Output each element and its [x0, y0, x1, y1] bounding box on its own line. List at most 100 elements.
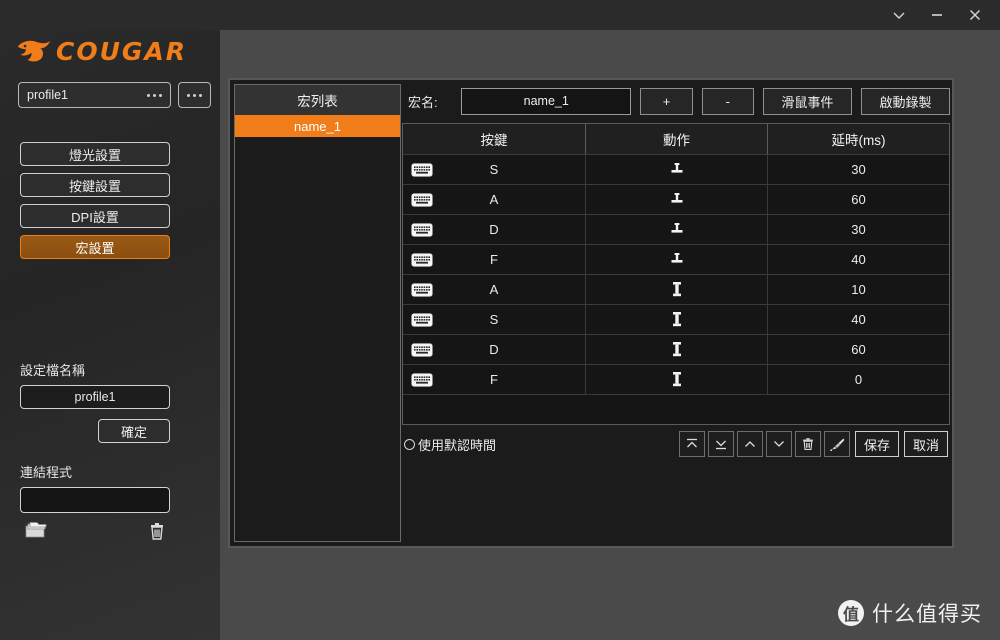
key-down-icon — [671, 192, 682, 203]
cell-key[interactable]: S — [403, 155, 586, 184]
radio-circle-icon — [404, 438, 415, 450]
move-to-top-button[interactable] — [679, 431, 705, 457]
macro-editor: 宏名: name_1 + - 滑鼠事件 啟動錄製 按鍵 動作 延時(ms) S 3… — [402, 84, 950, 542]
profile-menu-button[interactable] — [178, 82, 211, 108]
keyboard-icon — [411, 253, 433, 267]
macro-footer: 使用默認時間 保存 取消 — [402, 429, 950, 459]
watermark: 值 什么值得买 — [838, 598, 982, 628]
brand-name: COUGAR — [56, 36, 188, 66]
clear-all-button[interactable] — [824, 431, 850, 457]
save-button[interactable]: 保存 — [855, 431, 899, 457]
cell-key-label: F — [490, 372, 498, 387]
cell-key-label: D — [489, 222, 499, 237]
linked-program-label: 連結程式 — [20, 465, 73, 480]
cell-action[interactable] — [586, 185, 768, 214]
table-row[interactable]: S 30 — [403, 154, 949, 184]
move-down-button[interactable] — [766, 431, 792, 457]
cell-action[interactable] — [586, 335, 768, 364]
table-row[interactable]: S 40 — [403, 304, 949, 334]
sidebar-item-macro[interactable]: 宏設置 — [20, 235, 170, 259]
cell-action[interactable] — [586, 155, 768, 184]
sidebar-item-keys[interactable]: 按鍵設置 — [20, 173, 170, 197]
cell-delay-label: 30 — [851, 222, 866, 237]
cell-action[interactable] — [586, 215, 768, 244]
cell-delay-label: 60 — [851, 192, 866, 207]
cell-key[interactable]: D — [403, 335, 586, 364]
column-header-delay: 延時(ms) — [831, 133, 886, 148]
close-icon[interactable] — [964, 4, 986, 26]
minimize-icon[interactable] — [926, 4, 948, 26]
cell-key[interactable]: F — [403, 245, 586, 274]
cell-delay-label: 30 — [851, 162, 866, 177]
profile-dropdown[interactable]: profile1 — [18, 82, 171, 108]
folder-icon[interactable] — [24, 521, 48, 546]
add-macro-button[interactable]: + — [640, 87, 693, 115]
chevron-down-icon — [774, 441, 784, 447]
window-controls — [888, 0, 994, 30]
cell-delay[interactable]: 10 — [768, 275, 949, 304]
cell-key[interactable]: A — [403, 185, 586, 214]
cell-delay[interactable]: 0 — [768, 365, 949, 394]
sidebar-item-lighting[interactable]: 燈光設置 — [20, 142, 170, 166]
cell-key[interactable]: A — [403, 275, 586, 304]
table-row[interactable]: D 60 — [403, 334, 949, 364]
confirm-button-label: 確定 — [120, 424, 147, 440]
cell-delay[interactable]: 40 — [768, 305, 949, 334]
keyboard-icon — [411, 223, 433, 237]
sidebar-item-dpi[interactable]: DPI設置 — [20, 204, 170, 228]
keyboard-icon — [411, 343, 433, 360]
trash-icon[interactable] — [148, 521, 166, 546]
linked-program-section: 連結程式 — [20, 462, 185, 546]
chevron-down-icon[interactable] — [888, 4, 910, 26]
sidebar-item-label: 宏設置 — [75, 240, 115, 256]
key-up-icon — [672, 311, 681, 326]
remove-macro-button[interactable]: - — [701, 87, 754, 115]
cell-delay[interactable]: 30 — [768, 215, 949, 244]
move-to-bottom-button[interactable] — [708, 431, 734, 457]
table-row[interactable]: F 40 — [403, 244, 949, 274]
macro-toolbar: 宏名: name_1 + - 滑鼠事件 啟動錄製 — [402, 84, 950, 118]
linked-program-input[interactable] — [20, 487, 170, 513]
confirm-button[interactable]: 確定 — [98, 419, 170, 443]
cell-action[interactable] — [586, 305, 768, 334]
cell-key[interactable]: F — [403, 365, 586, 394]
cell-key[interactable]: S — [403, 305, 586, 334]
table-row[interactable]: D 30 — [403, 214, 949, 244]
watermark-badge: 值 — [838, 600, 864, 626]
cell-delay[interactable]: 30 — [768, 155, 949, 184]
default-time-label: 使用默認時間 — [418, 437, 497, 453]
start-record-button[interactable]: 啟動錄製 — [860, 87, 950, 115]
macro-list-item[interactable]: name_1 — [235, 115, 400, 137]
chevron-up-icon — [745, 441, 755, 447]
watermark-text: 什么值得买 — [872, 603, 982, 626]
macro-row-actions: 保存 取消 — [676, 431, 948, 457]
macro-name-value: name_1 — [523, 94, 569, 108]
cell-key[interactable]: D — [403, 215, 586, 244]
keyboard-icon — [411, 223, 433, 240]
keyboard-icon — [411, 253, 433, 270]
move-up-button[interactable] — [737, 431, 763, 457]
key-up-icon — [672, 371, 681, 386]
macro-name-input[interactable]: name_1 — [461, 87, 632, 115]
cell-delay[interactable]: 60 — [768, 185, 949, 214]
table-header-row: 按鍵 動作 延時(ms) — [403, 124, 949, 154]
ellipsis-icon — [147, 93, 162, 97]
table-row[interactable]: F0 — [403, 364, 949, 394]
table-row[interactable]: A 10 — [403, 274, 949, 304]
cell-delay[interactable]: 60 — [768, 335, 949, 364]
cancel-button[interactable]: 取消 — [904, 431, 948, 457]
table-row[interactable]: A 60 — [403, 184, 949, 214]
cell-action[interactable] — [586, 245, 768, 274]
cell-action[interactable] — [586, 275, 768, 304]
delete-row-button[interactable] — [795, 431, 821, 457]
cell-action[interactable] — [586, 365, 768, 394]
profile-name-input[interactable]: profile1 — [20, 385, 170, 409]
cell-delay[interactable]: 40 — [768, 245, 949, 274]
keyboard-icon — [411, 313, 433, 327]
sidebar: COUGAR profile1 燈光設置 按鍵設置 DPI設置 宏設置 設定檔名… — [0, 30, 220, 640]
default-time-radio[interactable]: 使用默認時間 — [404, 435, 496, 454]
cell-key-label: S — [489, 312, 499, 327]
column-header-key: 按鍵 — [403, 124, 586, 154]
mouse-event-button[interactable]: 滑鼠事件 — [762, 87, 852, 115]
keyboard-icon — [411, 373, 433, 387]
